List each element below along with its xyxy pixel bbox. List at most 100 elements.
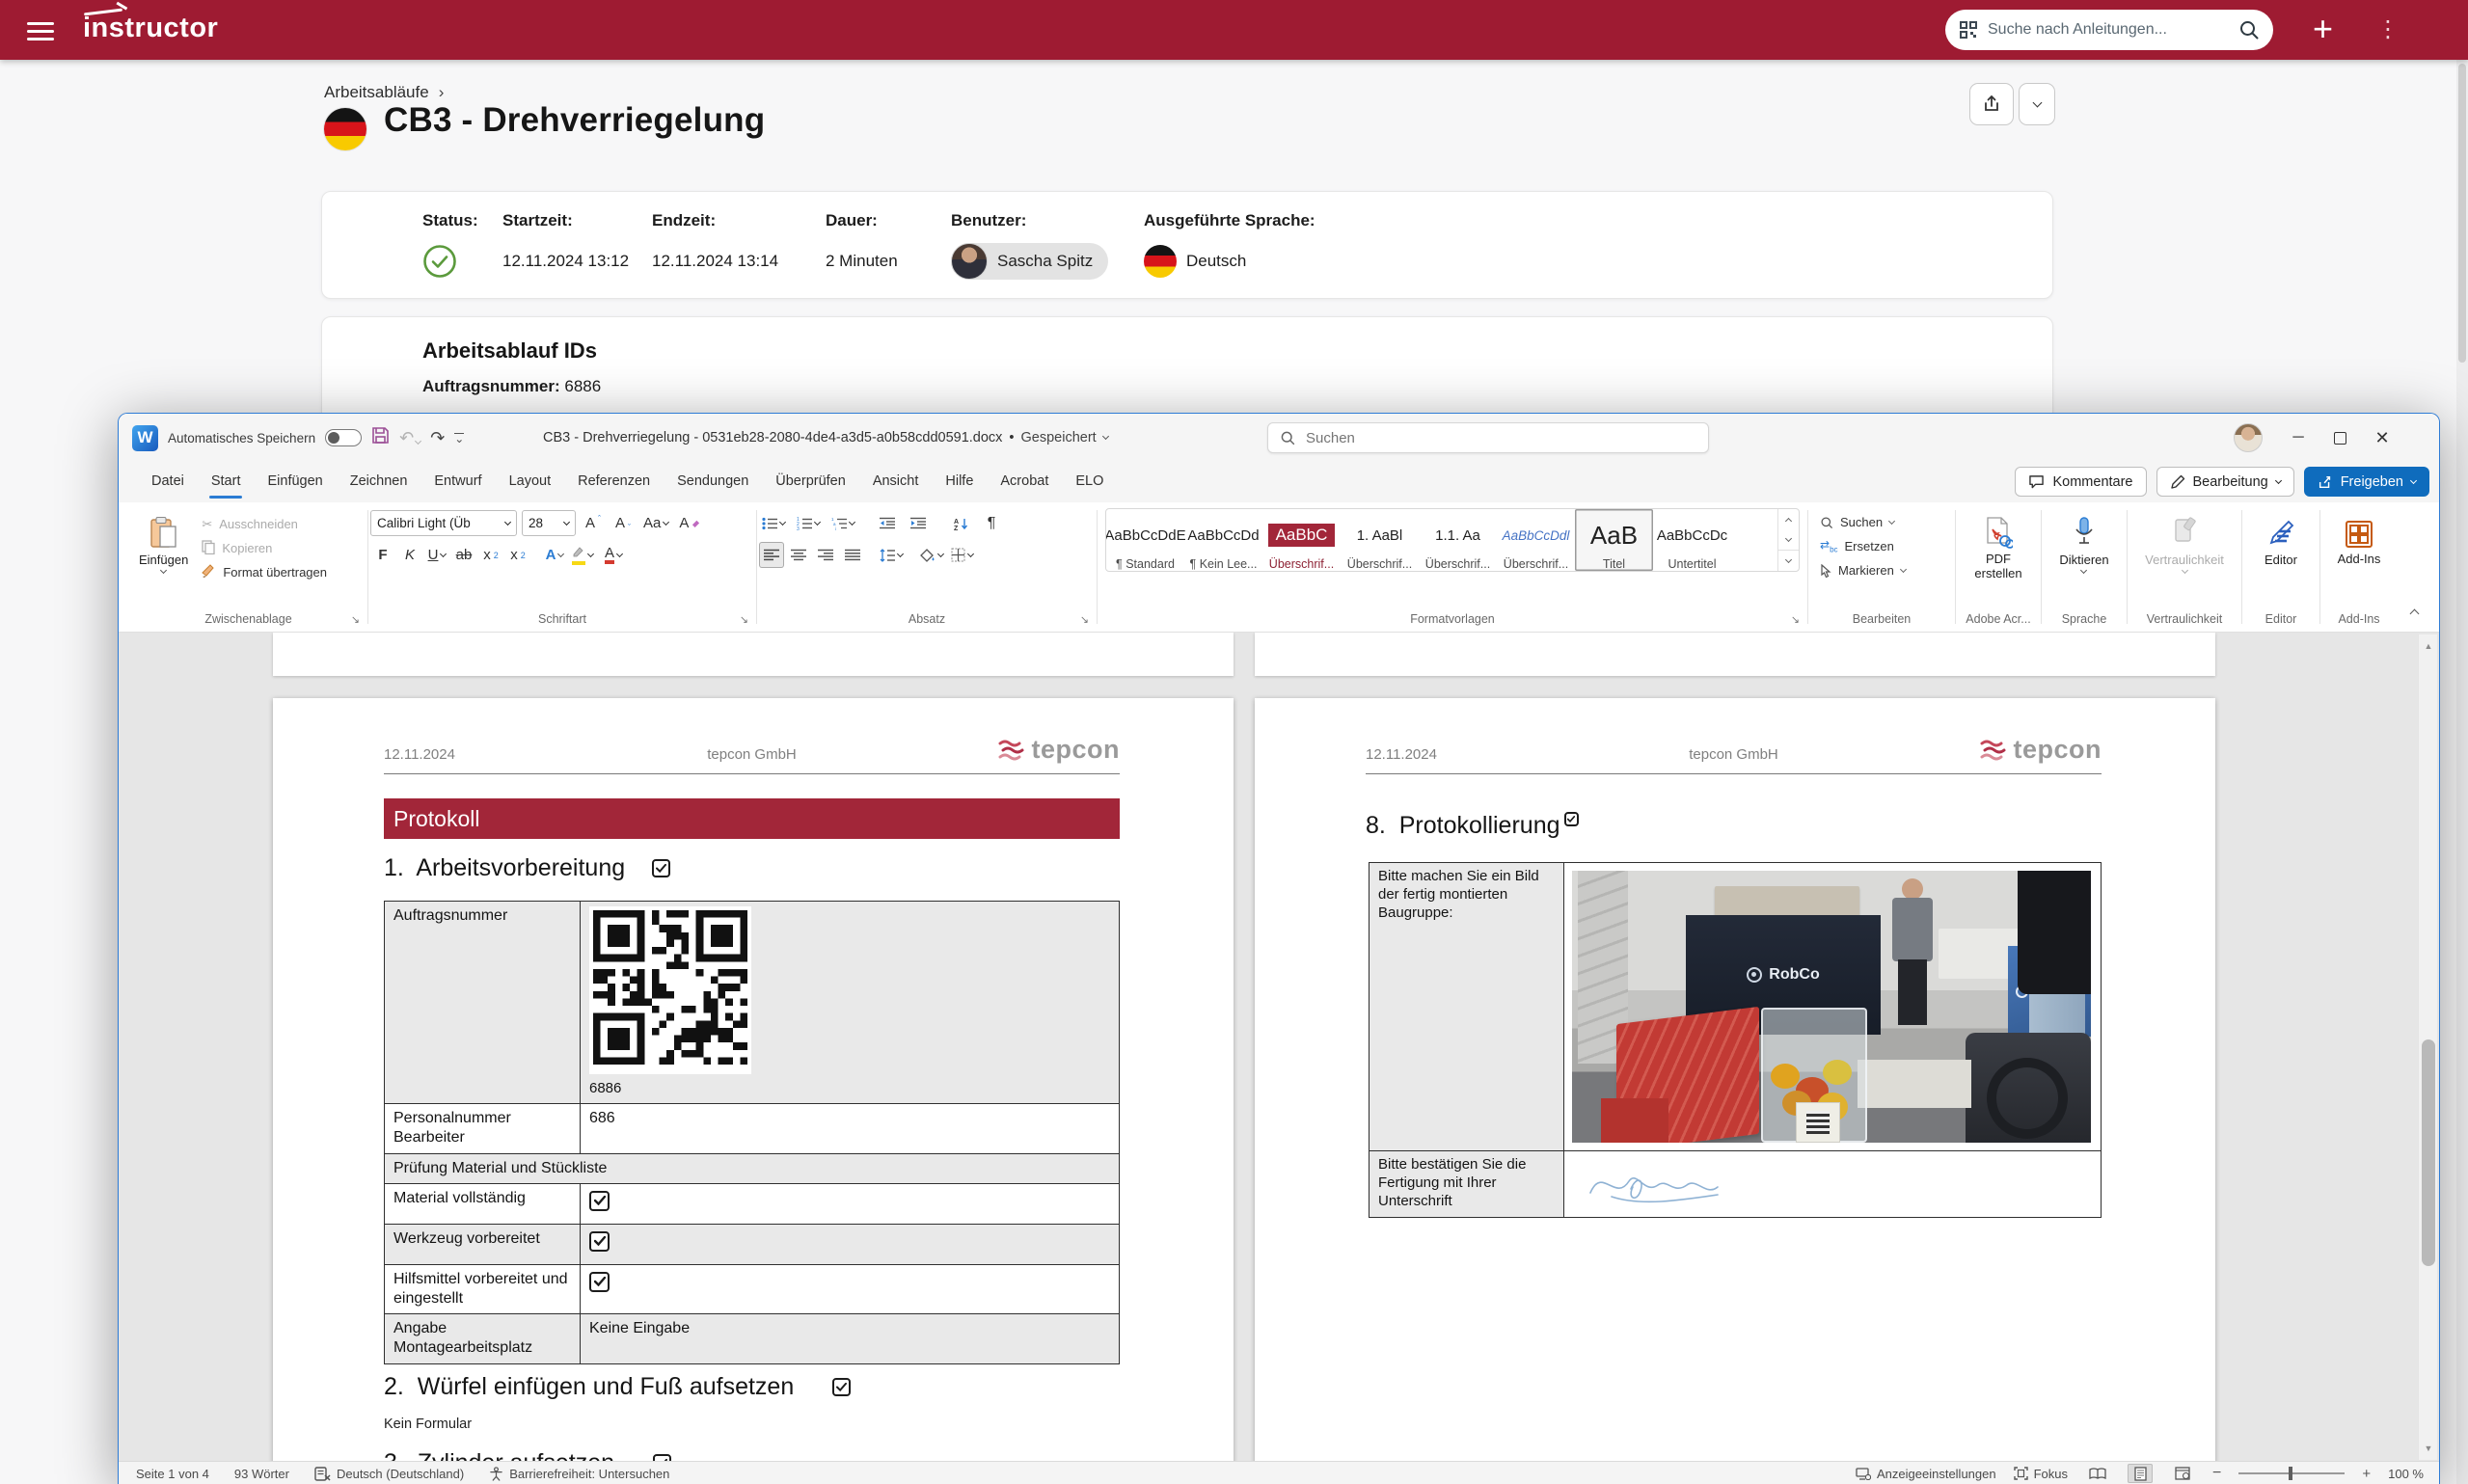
styles-scroll-down-icon[interactable] [1778, 529, 1799, 550]
zoom-in-button[interactable]: + [2362, 1466, 2371, 1482]
sensitivity-button[interactable]: Vertraulichkeit [2137, 510, 2232, 577]
comments-button[interactable]: Kommentare [2015, 467, 2146, 497]
document-page-1[interactable]: 12.11.2024 tepcon GmbH tepcon Protokoll … [273, 698, 1234, 1462]
ribbon-tab-ansicht[interactable]: Ansicht [859, 462, 933, 502]
search-input[interactable] [1986, 20, 2231, 40]
focus-mode-button[interactable]: Fokus [2014, 1467, 2068, 1481]
checkbox-checked-icon[interactable] [589, 1231, 610, 1252]
document-title[interactable]: CB3 - Drehverriegelung - 0531eb28-2080-4… [543, 430, 1002, 445]
word-count[interactable]: 93 Wörter [234, 1467, 289, 1481]
scroll-down-icon[interactable]: ▼ [2419, 1439, 2438, 1458]
editor-button[interactable]: Editor [2257, 510, 2305, 571]
save-icon[interactable] [371, 426, 390, 449]
ribbon-tab-zeichnen[interactable]: Zeichnen [337, 462, 421, 502]
browser-scrollbar-thumb[interactable] [2458, 64, 2466, 363]
strikethrough-button[interactable]: ab [451, 542, 476, 568]
zoom-slider-thumb[interactable] [2289, 1467, 2292, 1480]
section-1-checkbox-icon[interactable] [652, 859, 670, 877]
align-left-button[interactable] [759, 542, 784, 568]
format-painter-button[interactable]: Format übertragen [202, 560, 327, 584]
copy-button[interactable]: Kopieren [202, 536, 327, 560]
font-size-combo[interactable]: 28 [522, 510, 576, 536]
justify-button[interactable] [840, 542, 865, 568]
highlight-button[interactable] [569, 542, 599, 568]
styles-expand-icon[interactable] [1778, 550, 1799, 571]
style-chip-berschrif[interactable]: AaBbCcDdlÜberschrif... [1497, 509, 1575, 571]
bullet-list-button[interactable] [759, 510, 788, 536]
style-chip-berschrif[interactable]: 1. AaBlÜberschrif... [1341, 509, 1419, 571]
decrease-indent-button[interactable] [875, 510, 900, 536]
ribbon-tab-start[interactable]: Start [198, 462, 255, 502]
shading-button[interactable] [917, 542, 946, 568]
user-chip[interactable]: Sascha Spitz [951, 243, 1108, 280]
subscript-button[interactable]: x2 [478, 542, 503, 568]
paragraph-dialog-launcher-icon[interactable]: ↘ [1080, 613, 1089, 626]
increase-indent-button[interactable] [906, 510, 931, 536]
export-button[interactable] [1969, 83, 2014, 125]
style-chip-berschrif[interactable]: 1.1. AaÜberschrif... [1419, 509, 1497, 571]
styles-dialog-launcher-icon[interactable]: ↘ [1791, 613, 1800, 626]
font-dialog-launcher-icon[interactable]: ↘ [740, 613, 748, 626]
web-layout-icon[interactable] [2170, 1464, 2195, 1483]
style-chip-standard[interactable]: AaBbCcDdE¶ Standard [1106, 509, 1184, 571]
grow-font-button[interactable]: Aˆ [581, 510, 606, 536]
dictate-button[interactable]: Diktieren [2051, 510, 2116, 577]
editing-mode-button[interactable]: Bearbeitung [2156, 467, 2294, 497]
display-settings-button[interactable]: Anzeigeeinstellungen [1856, 1467, 1996, 1481]
style-chip-berschrif[interactable]: AaBbCÜberschrif... [1262, 509, 1341, 571]
section-2-checkbox-icon[interactable] [832, 1378, 851, 1396]
text-effects-button[interactable]: A [542, 542, 567, 568]
section-8-checkbox-icon[interactable] [1564, 812, 1579, 826]
ribbon-tab-überprüfen[interactable]: Überprüfen [762, 462, 859, 502]
saved-status[interactable]: Gespeichert [1021, 430, 1097, 445]
paragraph-marks-button[interactable]: ¶ [979, 510, 1004, 536]
quick-access-toolbar-icon[interactable]: ⌄ [454, 433, 464, 443]
add-button[interactable]: + [2313, 8, 2333, 50]
select-button[interactable]: Markieren [1820, 558, 1953, 582]
align-center-button[interactable] [786, 542, 811, 568]
zoom-out-button[interactable]: − [2212, 1465, 2221, 1482]
account-avatar[interactable] [2234, 423, 2263, 452]
breadcrumb[interactable]: Arbeitsabläufe› [324, 83, 444, 102]
accessibility-status[interactable]: Barrierefreiheit: Untersuchen [489, 1467, 669, 1481]
borders-button[interactable] [948, 542, 976, 568]
line-spacing-button[interactable] [877, 542, 906, 568]
zoom-level[interactable]: 100 % [2388, 1467, 2424, 1481]
clear-formatting-button[interactable]: A [676, 510, 703, 536]
breadcrumb-label[interactable]: Arbeitsabläufe [324, 83, 429, 101]
menu-icon[interactable] [27, 17, 54, 42]
collapse-ribbon-icon[interactable] [2411, 605, 2418, 622]
sort-button[interactable]: AZ [948, 510, 973, 536]
change-case-button[interactable]: Aa [640, 510, 671, 536]
more-menu-icon[interactable]: ⋮ [2376, 15, 2400, 44]
ribbon-tab-layout[interactable]: Layout [496, 462, 565, 502]
qr-scan-icon[interactable] [1959, 20, 1978, 40]
ribbon-tab-elo[interactable]: ELO [1062, 462, 1117, 502]
align-right-button[interactable] [813, 542, 838, 568]
read-mode-icon[interactable] [2085, 1464, 2110, 1483]
browser-scrollbar[interactable] [2456, 60, 2468, 1484]
ribbon-tab-sendungen[interactable]: Sendungen [664, 462, 762, 502]
paste-button[interactable]: Einfügen [131, 510, 196, 584]
italic-button[interactable]: K [397, 542, 422, 568]
create-pdf-button[interactable]: PDF erstellen [1958, 510, 2039, 585]
signature-cell[interactable] [1564, 1151, 2102, 1218]
ribbon-tab-acrobat[interactable]: Acrobat [987, 462, 1062, 502]
font-color-button[interactable]: A [601, 542, 626, 568]
cut-button[interactable]: ✂Ausschneiden [202, 512, 327, 536]
multilevel-list-button[interactable]: 1ai [828, 510, 857, 536]
ribbon-tab-hilfe[interactable]: Hilfe [932, 462, 987, 502]
scrollbar-thumb[interactable] [2422, 1039, 2435, 1266]
styles-scroll-up-icon[interactable] [1778, 509, 1799, 529]
redo-icon[interactable]: ↷ [430, 429, 445, 446]
document-canvas[interactable]: 12.11.2024 tepcon GmbH tepcon Protokoll … [119, 633, 2439, 1462]
underline-button[interactable]: U [424, 542, 449, 568]
print-layout-icon[interactable] [2128, 1464, 2153, 1483]
undo-icon[interactable]: ↶ [399, 429, 420, 446]
word-app-icon[interactable]: W [132, 425, 158, 451]
ribbon-tab-entwurf[interactable]: Entwurf [420, 462, 495, 502]
style-chip-titel[interactable]: AaBTitel [1575, 509, 1653, 571]
close-button[interactable]: ✕ [2372, 428, 2393, 448]
minimize-button[interactable]: ─ [2288, 429, 2309, 446]
ribbon-tab-datei[interactable]: Datei [138, 462, 198, 502]
